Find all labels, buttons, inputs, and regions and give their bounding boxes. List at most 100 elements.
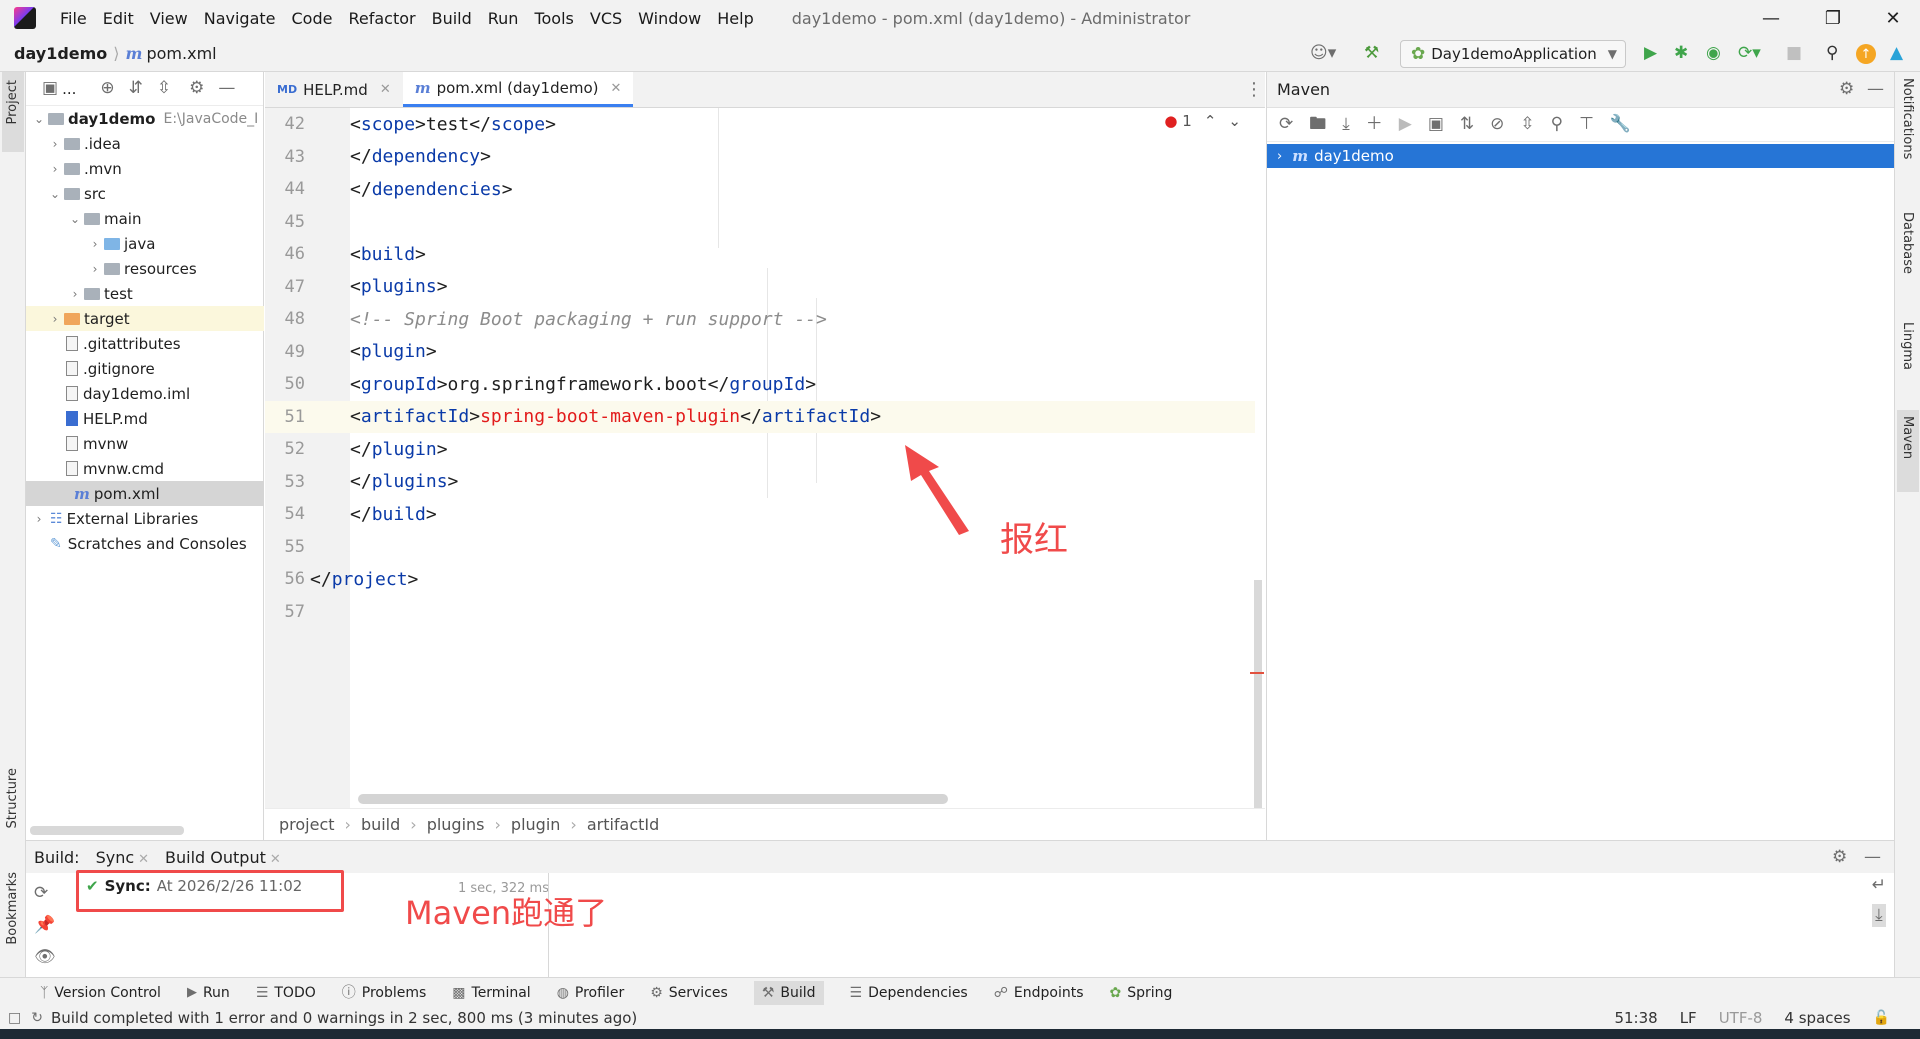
restore-button[interactable]: ❐	[1808, 0, 1858, 36]
user-icon[interactable]: ☺▾	[1310, 45, 1336, 62]
tree-item-day1demo[interactable]: ⌄ day1demo E:\JavaCode_I	[26, 106, 264, 131]
execute-goal-icon[interactable]: ▣	[1428, 116, 1444, 133]
menu-file[interactable]: File	[52, 9, 95, 28]
run-configuration-selector[interactable]: ✿ Day1demoApplication ▼	[1400, 40, 1626, 68]
hide-panel-icon[interactable]: —	[1864, 849, 1881, 866]
menu-help[interactable]: Help	[709, 9, 761, 28]
tree-item-gitattributes[interactable]: .gitattributes	[26, 331, 264, 356]
structure-tool-tab[interactable]: Structure	[5, 768, 20, 828]
expand-all-icon[interactable]: ⇵	[129, 80, 143, 97]
error-stripe-mark[interactable]	[1250, 672, 1264, 674]
tree-item-help-md[interactable]: HELP.md	[26, 406, 264, 431]
menu-edit[interactable]: Edit	[95, 9, 142, 28]
tree-item-external-libraries[interactable]: › ☷ External Libraries	[26, 506, 264, 531]
profile-icon[interactable]: ⟳▾	[1738, 45, 1761, 62]
tree-item-src[interactable]: ⌄ src	[26, 181, 264, 206]
maven-settings-wrench-icon[interactable]: 🔧	[1610, 116, 1631, 133]
menu-run[interactable]: Run	[480, 9, 527, 28]
line-separator[interactable]: LF	[1680, 1009, 1697, 1027]
file-encoding[interactable]: UTF-8	[1719, 1009, 1763, 1027]
caret-position[interactable]: 51:38	[1614, 1009, 1657, 1027]
soft-wrap-icon[interactable]: ↵	[1872, 877, 1886, 894]
tab-build-output[interactable]: Build Output ✕	[165, 848, 281, 867]
run-maven-icon[interactable]: ▶	[1399, 116, 1412, 133]
update-icon[interactable]: ↑	[1856, 44, 1876, 64]
breadcrumb-artifactid[interactable]: artifactId	[587, 815, 659, 834]
eye-icon[interactable]: 👁	[34, 949, 56, 966]
tab-pom-xml[interactable]: m pom.xml (day1demo) ✕	[402, 72, 634, 107]
toggle-panels-icon[interactable]: □	[8, 1011, 21, 1025]
lock-icon[interactable]: 🔓	[1873, 1009, 1890, 1027]
menu-navigate[interactable]: Navigate	[196, 9, 284, 28]
nav-file-name[interactable]: pom.xml	[146, 44, 216, 63]
indent-setting[interactable]: 4 spaces	[1784, 1009, 1850, 1027]
rerun-icon[interactable]: ⟳	[34, 885, 48, 902]
minimize-button[interactable]: —	[1746, 0, 1796, 36]
menu-tools[interactable]: Tools	[526, 9, 581, 28]
tool-services[interactable]: ⚙ Services	[650, 985, 728, 1001]
status-message[interactable]: Build completed with 1 error and 0 warni…	[51, 1009, 637, 1027]
more-tabs-icon[interactable]: ⋮	[1245, 81, 1263, 99]
tool-spring[interactable]: ✿ Spring	[1110, 985, 1173, 1001]
breadcrumb-plugin[interactable]: plugin	[511, 815, 560, 834]
menu-view[interactable]: View	[142, 9, 196, 28]
settings-gear-icon[interactable]: ⚙	[1839, 81, 1854, 98]
locate-icon[interactable]: ⊕	[100, 80, 114, 97]
tree-item-main[interactable]: ⌄ main	[26, 206, 264, 231]
tool-version-control[interactable]: ᛉ Version Control	[40, 985, 161, 1001]
skip-tests-icon[interactable]: ⊘	[1490, 116, 1504, 133]
add-folder-icon[interactable]: 🖿	[1309, 116, 1326, 133]
lingma-tool-tab[interactable]: Lingma	[1900, 322, 1915, 370]
search-icon[interactable]: ⚲	[1826, 45, 1838, 62]
run-icon[interactable]: ▶	[1644, 45, 1657, 62]
settings-gear-icon[interactable]: ⚙	[1832, 849, 1847, 866]
reload-icon[interactable]: ⟳	[1279, 116, 1293, 133]
tree-item-mvnw[interactable]: mvnw	[26, 431, 264, 456]
tree-item-scratches[interactable]: ✎ Scratches and Consoles	[26, 531, 264, 556]
pin-icon[interactable]: 📌	[34, 917, 55, 934]
scroll-to-end-icon[interactable]: ⤓	[1871, 904, 1886, 927]
tree-item-target[interactable]: › target	[26, 306, 264, 331]
tool-run[interactable]: ▶ Run	[187, 985, 230, 1001]
tool-todo[interactable]: ☰ TODO	[256, 985, 316, 1001]
project-tool-tab[interactable]: Project	[5, 80, 20, 124]
tree-item-test[interactable]: › test	[26, 281, 264, 306]
maven-project-day1demo[interactable]: › m day1demo	[1267, 144, 1894, 168]
show-diagram-icon[interactable]: ⊤	[1579, 116, 1594, 133]
tree-item-idea[interactable]: › .idea	[26, 131, 264, 156]
database-tool-tab[interactable]: Database	[1900, 212, 1915, 274]
project-view-label[interactable]: ...	[62, 80, 76, 98]
tool-build[interactable]: ⚒ Build	[753, 980, 824, 1005]
tree-item-gitignore[interactable]: .gitignore	[26, 356, 264, 381]
menu-refactor[interactable]: Refactor	[340, 9, 423, 28]
settings-gear-icon[interactable]: ⚙	[189, 80, 204, 97]
toggle-offline-icon[interactable]: ⇅	[1460, 116, 1474, 133]
tree-item-pom-xml[interactable]: m pom.xml	[26, 481, 264, 506]
tree-item-mvnw-cmd[interactable]: mvnw.cmd	[26, 456, 264, 481]
tool-dependencies[interactable]: ☰ Dependencies	[850, 985, 968, 1001]
tree-item-resources[interactable]: › resources	[26, 256, 264, 281]
hide-panel-icon[interactable]: —	[218, 80, 235, 97]
breadcrumb-plugins[interactable]: plugins	[427, 815, 485, 834]
editor-vscroll[interactable]	[1254, 580, 1262, 808]
menu-vcs[interactable]: VCS	[582, 9, 630, 28]
hide-panel-icon[interactable]: —	[1867, 81, 1884, 98]
build-hammer-icon[interactable]: ⚒	[1364, 45, 1379, 62]
tree-item-java[interactable]: › java	[26, 231, 264, 256]
breadcrumb-build[interactable]: build	[361, 815, 400, 834]
tree-item-day1demo-iml[interactable]: day1demo.iml	[26, 381, 264, 406]
tab-sync[interactable]: Sync ✕	[96, 848, 149, 867]
editor-hscroll[interactable]	[358, 794, 948, 804]
project-hscroll[interactable]	[30, 826, 184, 835]
menu-window[interactable]: Window	[630, 9, 709, 28]
close-window-button[interactable]: ✕	[1868, 0, 1918, 36]
close-tab-icon[interactable]: ✕	[380, 82, 391, 97]
menu-code[interactable]: Code	[284, 9, 341, 28]
breadcrumb-project[interactable]: project	[279, 815, 335, 834]
stop-icon[interactable]: ■	[1786, 45, 1802, 62]
tab-help-md[interactable]: MD HELP.md ✕	[265, 72, 403, 107]
download-icon[interactable]: ⤓	[1342, 116, 1350, 133]
tree-item-mvn[interactable]: › .mvn	[26, 156, 264, 181]
bookmarks-tool-tab[interactable]: Bookmarks	[5, 872, 20, 945]
tool-endpoints[interactable]: ☍ Endpoints	[994, 985, 1084, 1001]
